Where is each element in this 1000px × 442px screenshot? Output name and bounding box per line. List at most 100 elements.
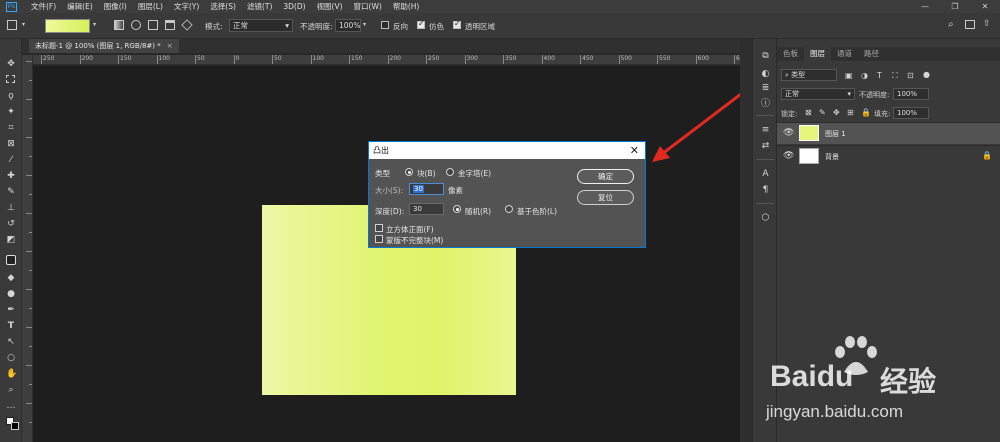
history-brush-tool-icon[interactable]: ↺ bbox=[6, 219, 16, 229]
menu-file[interactable]: 文件(F) bbox=[31, 1, 56, 12]
clone-stamp-tool-icon[interactable]: ⊥ bbox=[6, 203, 16, 213]
brush-tool-icon[interactable]: ✎ bbox=[6, 187, 16, 197]
fill-input[interactable]: 100% bbox=[893, 107, 929, 119]
close-tab-icon[interactable]: × bbox=[167, 42, 173, 50]
healing-brush-tool-icon[interactable]: ✚ bbox=[6, 171, 16, 181]
info-panel-icon[interactable]: ⓘ bbox=[760, 99, 771, 110]
lock-position-icon[interactable]: ✥ bbox=[833, 108, 840, 117]
frame-tool-icon[interactable]: ⊠ bbox=[6, 139, 16, 149]
tool-preset-icon[interactable] bbox=[7, 20, 17, 30]
dither-checkbox[interactable] bbox=[417, 19, 425, 29]
linear-gradient-icon[interactable] bbox=[114, 20, 124, 30]
properties-panel-icon[interactable]: ≣ bbox=[760, 83, 771, 94]
tab-swatches[interactable]: 色板 bbox=[777, 47, 804, 61]
reset-button[interactable]: 复位 bbox=[577, 190, 634, 205]
type-tool-icon[interactable]: T bbox=[6, 321, 16, 331]
character-panel-icon[interactable]: A bbox=[760, 169, 771, 180]
transparency-checkbox[interactable] bbox=[453, 19, 461, 29]
brush-settings-icon[interactable]: ≡ bbox=[760, 125, 771, 136]
magic-wand-tool-icon[interactable]: ✦ bbox=[6, 107, 16, 117]
pen-tool-icon[interactable]: ✒ bbox=[6, 305, 16, 315]
menu-type[interactable]: 文字(Y) bbox=[174, 1, 199, 12]
pixel-filter-icon[interactable]: ▣ bbox=[845, 71, 853, 80]
smart-object-filter-icon[interactable]: ⊡ bbox=[907, 71, 914, 80]
path-selection-tool-icon[interactable]: ↖ bbox=[6, 337, 16, 347]
depth-input[interactable]: 30 bbox=[409, 203, 444, 215]
reverse-checkbox[interactable] bbox=[381, 21, 389, 29]
paragraph-panel-icon[interactable]: ¶ bbox=[760, 185, 771, 196]
lock-transparency-icon[interactable]: ⊠ bbox=[805, 108, 812, 117]
type-filter-icon[interactable]: T bbox=[877, 71, 882, 80]
document-tab[interactable]: 未标题-1 @ 100% (图层 1, RGB/8#) * × bbox=[29, 39, 179, 53]
depth-level-radio[interactable] bbox=[505, 205, 513, 213]
diamond-gradient-icon[interactable] bbox=[181, 19, 193, 31]
solid-front-checkbox[interactable] bbox=[375, 224, 383, 232]
menu-edit[interactable]: 编辑(E) bbox=[67, 1, 93, 12]
eye-icon[interactable]: 👁 bbox=[783, 128, 794, 138]
history-panel-icon[interactable]: ⧉ bbox=[760, 51, 771, 62]
lock-pixels-icon[interactable]: ✎ bbox=[819, 108, 826, 117]
hand-tool-icon[interactable]: ✋ bbox=[6, 369, 17, 379]
adjustment-filter-icon[interactable]: ◑ bbox=[861, 71, 868, 80]
layer-opacity-input[interactable]: 100% bbox=[893, 88, 929, 100]
blend-mode-select[interactable]: 正常 ▾ bbox=[781, 88, 855, 100]
tab-channels[interactable]: 通道 bbox=[831, 47, 858, 61]
tab-paths[interactable]: 路径 bbox=[858, 47, 885, 61]
menu-3d[interactable]: 3D(D) bbox=[283, 2, 305, 11]
gradient-picker[interactable] bbox=[45, 19, 90, 33]
minimize-button[interactable]: — bbox=[910, 0, 940, 13]
layer-filter-select[interactable]: ⌕ 类型 bbox=[781, 69, 837, 81]
close-icon[interactable]: ✕ bbox=[630, 142, 639, 159]
type-block-radio[interactable] bbox=[405, 168, 413, 176]
filter-toggle-icon[interactable]: ● bbox=[923, 70, 930, 79]
opacity-input[interactable]: 100% bbox=[335, 19, 361, 32]
size-input[interactable]: 30 bbox=[409, 183, 444, 195]
mode-select[interactable]: 正常 ▾ bbox=[229, 19, 293, 32]
menu-help[interactable]: 帮助(H) bbox=[393, 1, 420, 12]
chevron-down-icon[interactable]: ▾ bbox=[363, 21, 366, 28]
blur-tool-icon[interactable]: ◆ bbox=[6, 273, 16, 283]
canvas-area[interactable] bbox=[33, 66, 740, 442]
eraser-tool-icon[interactable]: ◩ bbox=[6, 235, 16, 245]
menu-layer[interactable]: 图层(L) bbox=[138, 1, 163, 12]
more-tools-icon[interactable]: … bbox=[6, 401, 16, 411]
radial-gradient-icon[interactable] bbox=[131, 20, 141, 30]
search-icon[interactable]: ⌕ bbox=[948, 19, 954, 30]
type-pyramid-radio[interactable] bbox=[446, 168, 454, 176]
menu-select[interactable]: 选择(S) bbox=[210, 1, 236, 12]
lock-all-icon[interactable]: 🔒 bbox=[861, 108, 871, 117]
lasso-tool-icon[interactable]: ϙ bbox=[6, 91, 16, 101]
zoom-tool-icon[interactable]: ⌕ bbox=[6, 385, 16, 395]
shape-filter-icon[interactable]: ⛶ bbox=[892, 71, 898, 80]
reflected-gradient-icon[interactable] bbox=[165, 20, 175, 30]
chevron-down-icon[interactable]: ▾ bbox=[93, 21, 96, 28]
move-tool-icon[interactable]: ✥ bbox=[6, 59, 16, 69]
background-color-swatch[interactable] bbox=[11, 422, 19, 430]
ok-button[interactable]: 确定 bbox=[577, 169, 634, 184]
workspace-icon[interactable] bbox=[965, 20, 975, 29]
share-icon[interactable]: ⇧ bbox=[983, 19, 991, 29]
eyedropper-tool-icon[interactable]: ⁄ bbox=[6, 155, 16, 165]
chevron-down-icon[interactable]: ▾ bbox=[22, 21, 25, 28]
close-window-button[interactable]: ✕ bbox=[970, 0, 1000, 13]
menu-window[interactable]: 窗口(W) bbox=[354, 1, 382, 12]
dodge-tool-icon[interactable]: ● bbox=[6, 289, 16, 299]
crop-tool-icon[interactable]: ⌗ bbox=[6, 123, 16, 133]
3d-panel-icon[interactable]: ⬡ bbox=[760, 213, 771, 224]
gradient-tool-icon[interactable] bbox=[6, 255, 16, 265]
menu-view[interactable]: 视图(V) bbox=[317, 1, 343, 12]
menu-image[interactable]: 图像(I) bbox=[104, 1, 127, 12]
adjustments-icon[interactable]: ⇄ bbox=[760, 141, 771, 152]
layer-row[interactable]: 👁 背景 🔒 bbox=[777, 145, 1000, 167]
menu-filter[interactable]: 滤镜(T) bbox=[247, 1, 272, 12]
angle-gradient-icon[interactable] bbox=[148, 20, 158, 30]
marquee-tool-icon[interactable] bbox=[6, 75, 15, 83]
eye-icon[interactable]: 👁 bbox=[783, 151, 794, 161]
mask-incomplete-checkbox[interactable] bbox=[375, 235, 383, 243]
tab-layers[interactable]: 图层 bbox=[804, 47, 831, 61]
layer-row[interactable]: 👁 图层 1 bbox=[777, 122, 1000, 144]
lock-artboard-icon[interactable]: ⊞ bbox=[847, 108, 854, 117]
ellipse-tool-icon[interactable]: ○ bbox=[6, 353, 16, 363]
color-panel-icon[interactable]: ◐ bbox=[760, 69, 771, 80]
maximize-button[interactable]: ❐ bbox=[940, 0, 970, 13]
